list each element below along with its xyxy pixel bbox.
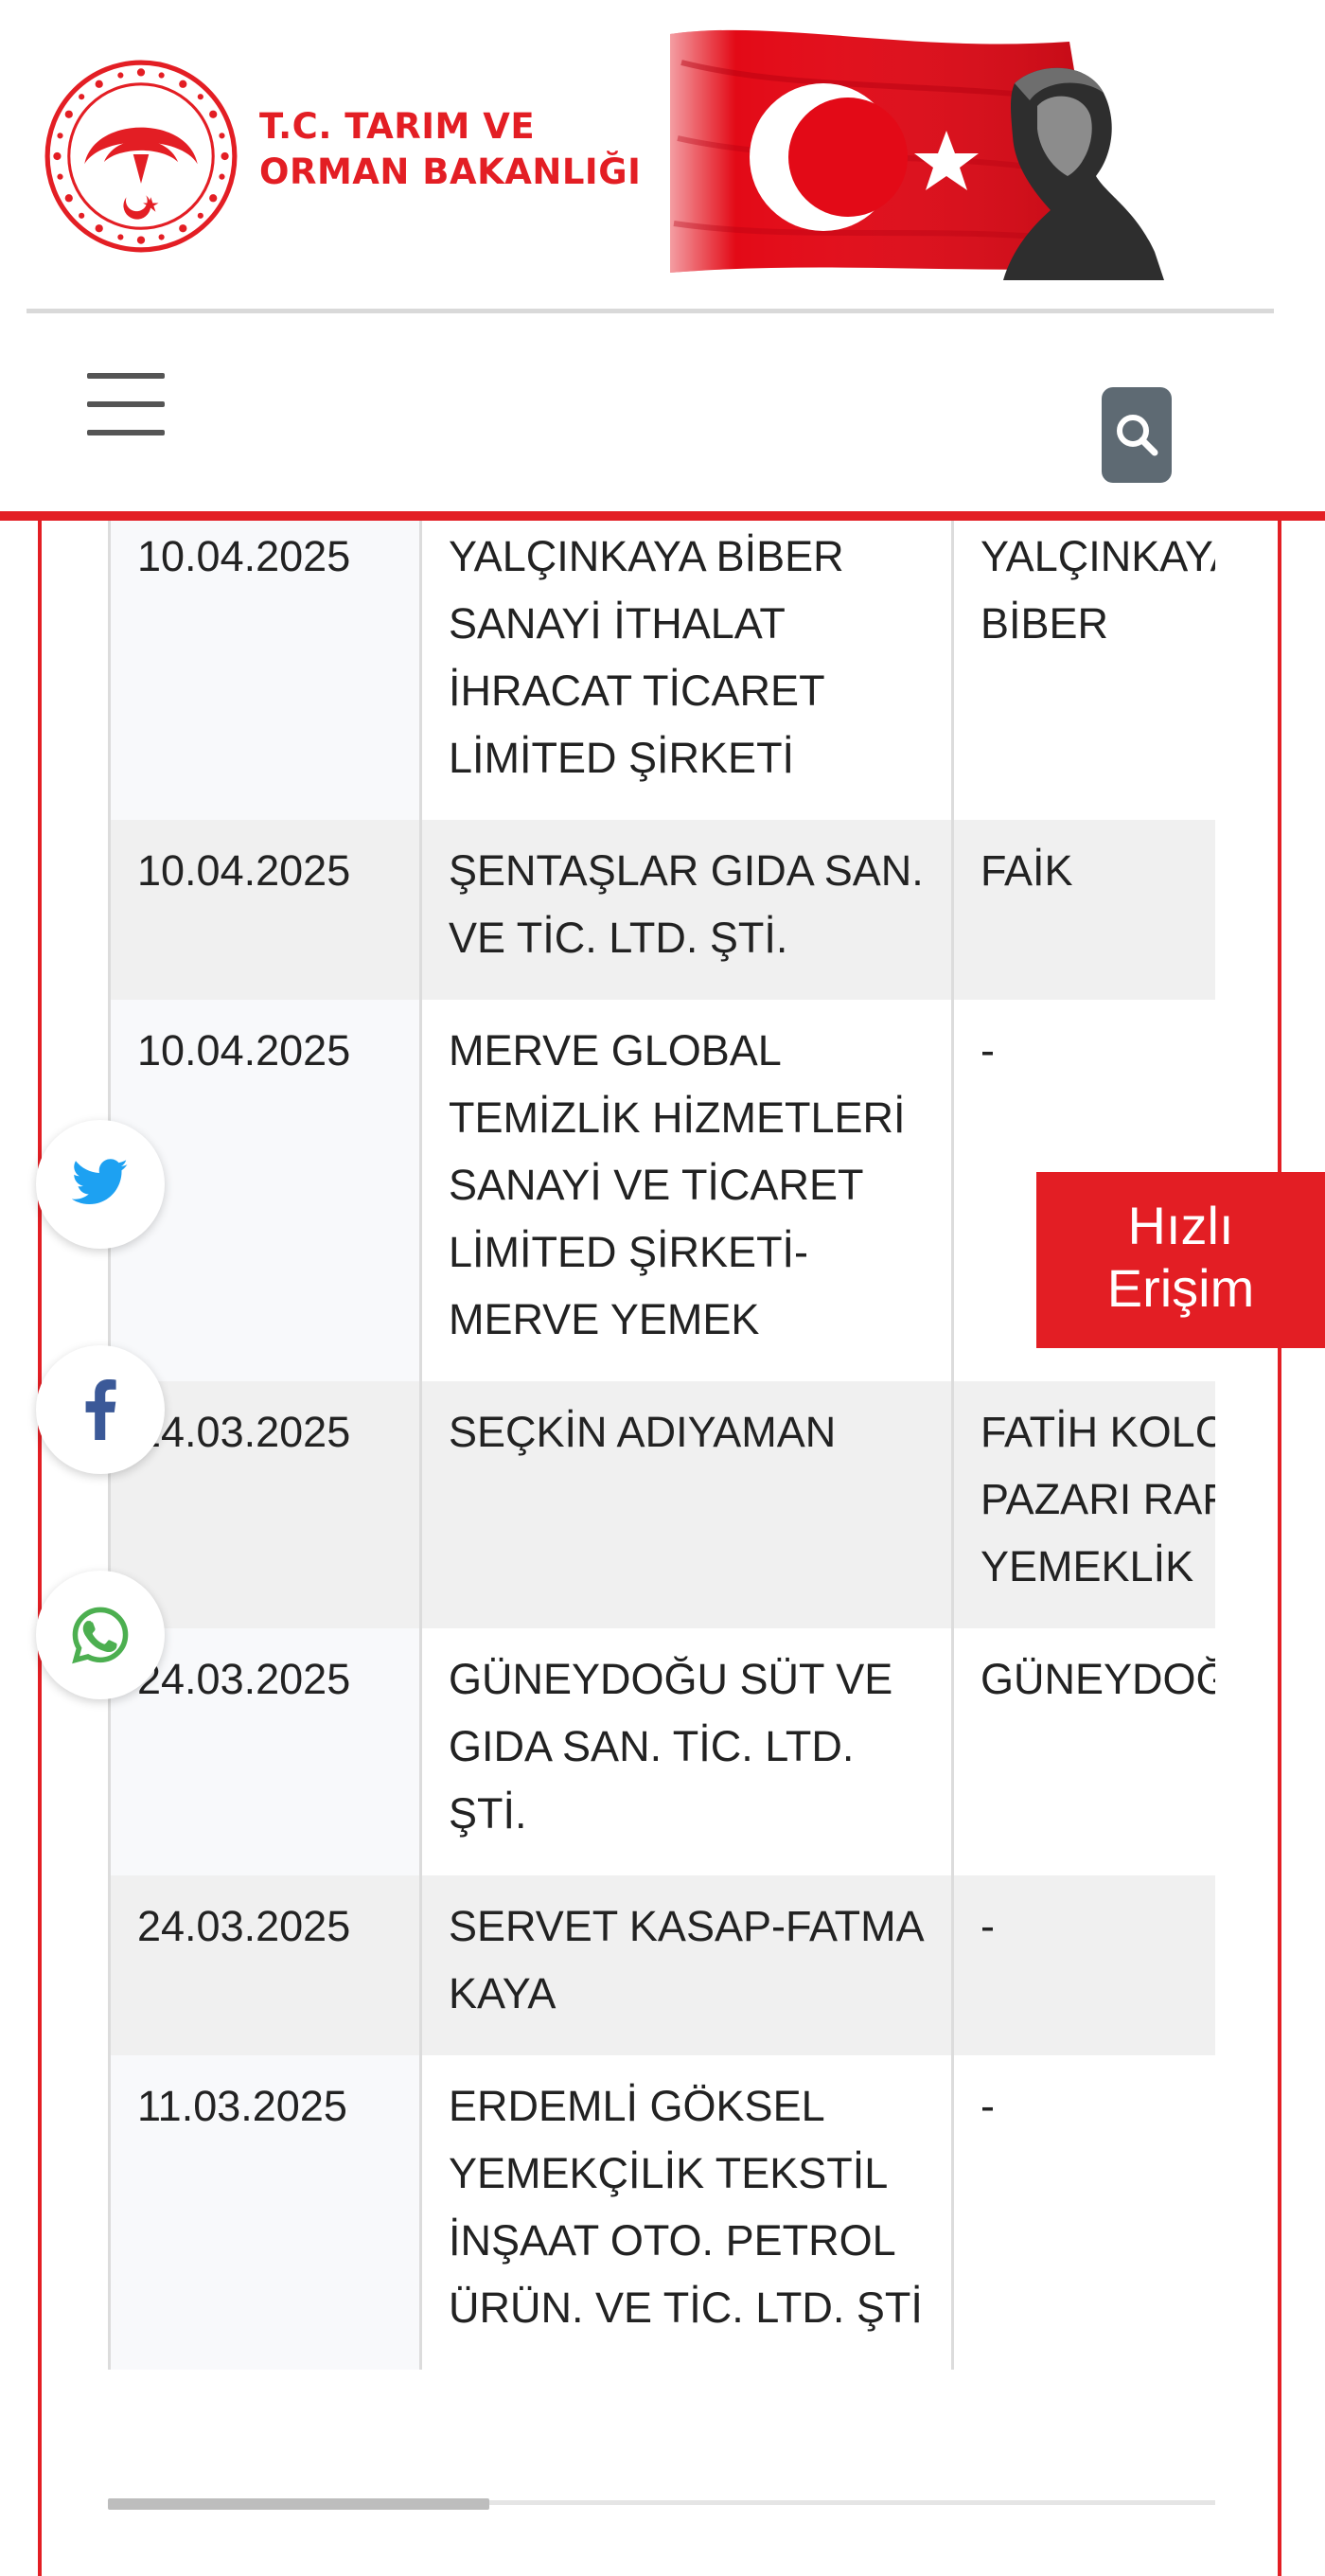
company-cell: ERDEMLİ GÖKSEL YEMEKÇİLİK TEKSTİL İNŞAAT… xyxy=(419,2055,953,2370)
header-red-underline xyxy=(0,511,1325,521)
horizontal-scrollbar-thumb[interactable] xyxy=(108,2498,489,2510)
table-row: 24.03.2025 SEÇKİN ADIYAMAN FATİH KOLCU E… xyxy=(108,1381,1215,1628)
table-row: 24.03.2025 SERVET KASAP-FATMA KAYA - xyxy=(108,1875,1215,2055)
table-row: 24.03.2025 GÜNEYDOĞU SÜT VE GIDA SAN. Tİ… xyxy=(108,1628,1215,1875)
date-cell: 11.03.2025 xyxy=(108,2055,421,2370)
ministry-name[interactable]: T.C. TARIM VE ORMAN BAKANLIĞI xyxy=(259,104,641,195)
owner-cell: FAİK xyxy=(951,820,1215,1000)
table-row: 11.03.2025 ERDEMLİ GÖKSEL YEMEKÇİLİK TEK… xyxy=(108,2055,1215,2370)
whatsapp-icon xyxy=(72,1607,129,1664)
ministry-emblem-logo[interactable] xyxy=(44,59,238,254)
menu-bar-bottom xyxy=(87,430,165,435)
owner-cell: FATİH KOLCU EGE PAZARI RAFİNE YEMEKLİK xyxy=(951,1381,1215,1628)
quick-access-tab[interactable]: Hızlı Erişim xyxy=(1036,1172,1325,1348)
date-cell: 10.04.2025 xyxy=(108,820,421,1000)
company-cell: SEÇKİN ADIYAMAN xyxy=(419,1381,953,1628)
owner-cell: GÜNEYDOĞU xyxy=(951,1628,1215,1875)
menu-bar-top xyxy=(87,373,165,379)
owner-cell: - xyxy=(951,2055,1215,2370)
company-cell: GÜNEYDOĞU SÜT VE GIDA SAN. TİC. LTD. ŞTİ… xyxy=(419,1628,953,1875)
header-divider xyxy=(26,309,1274,313)
ministry-name-line2: ORMAN BAKANLIĞI xyxy=(259,151,642,192)
flag-and-ataturk-banner xyxy=(670,29,1164,280)
twitter-share-button[interactable] xyxy=(36,1120,165,1249)
search-button[interactable] xyxy=(1102,387,1172,483)
search-icon xyxy=(1117,415,1158,456)
date-cell: 10.04.2025 xyxy=(108,521,421,820)
owner-cell: - xyxy=(951,1875,1215,2055)
facebook-icon xyxy=(85,1379,116,1440)
table-scroll-container[interactable]: 10.04.2025 YALÇINKAYA BİBER SANAYİ İTHAL… xyxy=(108,521,1215,2518)
company-cell: MERVE GLOBAL TEMİZLİK HİZMETLERİ SANAYİ … xyxy=(419,1000,953,1381)
company-cell: ŞENTAŞLAR GIDA SAN. VE TİC. LTD. ŞTİ. xyxy=(419,820,953,1000)
table-row: 10.04.2025 ŞENTAŞLAR GIDA SAN. VE TİC. L… xyxy=(108,820,1215,1000)
date-cell: 24.03.2025 xyxy=(108,1875,421,2055)
hamburger-menu-button[interactable] xyxy=(87,373,165,435)
facebook-share-button[interactable] xyxy=(36,1345,165,1474)
whatsapp-share-button[interactable] xyxy=(36,1571,165,1699)
company-cell: SERVET KASAP-FATMA KAYA xyxy=(419,1875,953,2055)
table-row: 10.04.2025 YALÇINKAYA BİBER SANAYİ İTHAL… xyxy=(108,521,1215,820)
site-header: T.C. TARIM VE ORMAN BAKANLIĞI xyxy=(0,0,1325,521)
quick-access-line2: Erişim xyxy=(1106,1258,1255,1318)
owner-cell: YALÇINKAYA HALİS BİBER xyxy=(951,521,1215,820)
records-table: 10.04.2025 YALÇINKAYA BİBER SANAYİ İTHAL… xyxy=(108,521,1215,2370)
company-cell: YALÇINKAYA BİBER SANAYİ İTHALAT İHRACAT … xyxy=(419,521,953,820)
ministry-name-line1: T.C. TARIM VE xyxy=(259,106,536,147)
menu-bar-middle xyxy=(87,401,165,407)
quick-access-line1: Hızlı xyxy=(1127,1196,1234,1255)
twitter-icon xyxy=(72,1159,128,1204)
